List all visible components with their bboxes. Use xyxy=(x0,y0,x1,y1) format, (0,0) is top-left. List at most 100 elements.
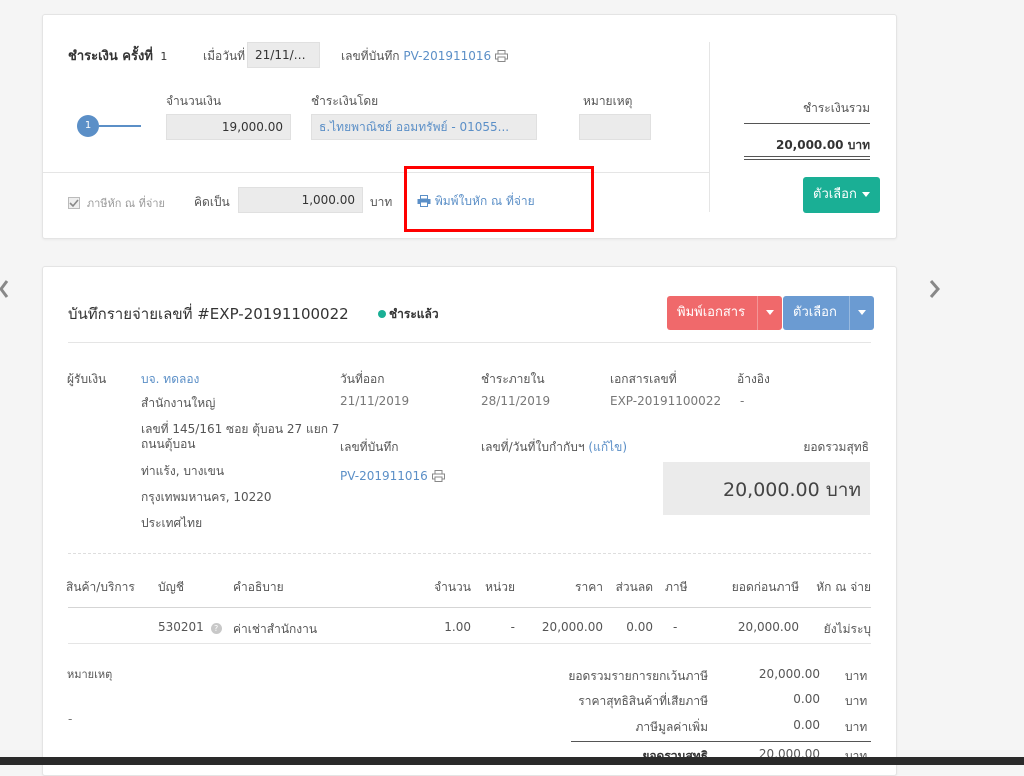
paid-status-text: ชำระแล้ว xyxy=(389,307,439,321)
row-pretax: 20,000.00 xyxy=(737,620,799,634)
print-icon[interactable] xyxy=(431,470,445,482)
details-dashed-separator xyxy=(68,553,871,554)
total-label: ชำระเงินรวม xyxy=(802,101,870,115)
wht-unit: บาท xyxy=(370,195,393,209)
col-header-price: ราคา xyxy=(575,580,603,594)
summary-value-taxable: 0.00 xyxy=(793,692,820,706)
payment-record-label-text: เลขที่บันทึก xyxy=(341,49,400,63)
payment-options-button[interactable]: ตัวเลือก xyxy=(803,177,880,213)
chevron-down-icon xyxy=(857,310,866,315)
amount-field[interactable]: 19,000.00 xyxy=(166,114,291,140)
due-date-label: ชำระภายใน xyxy=(481,372,545,386)
payment-record-label: เลขที่บันทึก PV-201911016 xyxy=(341,47,509,66)
summary-value-exempt: 20,000.00 xyxy=(758,667,820,681)
chevron-down-icon xyxy=(766,310,775,315)
payee-address-4: กรุงเทพมหานคร, 10220 xyxy=(141,490,272,504)
row-account: 530201 ? xyxy=(158,620,222,634)
col-header-tax: ภาษี xyxy=(665,580,688,594)
row-wht: ยังไม่ระบุ xyxy=(823,622,871,636)
printer-icon xyxy=(417,195,431,207)
note-field[interactable] xyxy=(579,114,651,140)
print-document-label: พิมพ์เอกสาร xyxy=(677,305,746,320)
summary-unit-taxable: บาท xyxy=(845,694,868,708)
payment-date-field[interactable]: 21/11/2019 xyxy=(247,42,320,68)
payee-branch: สำนักงานใหญ่ xyxy=(141,396,216,410)
summary-unit-exempt: บาท xyxy=(845,669,868,683)
payment-record-link[interactable]: PV-201911016 xyxy=(403,49,491,63)
remark-value: - xyxy=(68,712,73,726)
expense-card: บันทึกรายจ่ายเลขที่ #EXP-20191100022 ชำร… xyxy=(42,266,897,776)
help-icon[interactable]: ? xyxy=(210,623,222,634)
col-header-pretax: ยอดก่อนภาษี xyxy=(731,580,799,594)
tax-invoice-label: เลขที่/วันที่ใบกำกับฯ (แก้ไข) xyxy=(481,438,627,457)
col-header-wht: หัก ณ จ่าย xyxy=(816,580,871,594)
payee-label: ผู้รับเงิน xyxy=(67,372,107,386)
vertical-divider xyxy=(709,42,710,212)
col-header-product: สินค้า/บริการ xyxy=(66,580,135,594)
row-price: 20,000.00 xyxy=(541,620,603,634)
print-dropdown-toggle[interactable] xyxy=(757,296,782,330)
issue-date-label: วันที่ออก xyxy=(340,372,385,386)
summary-label-exempt: ยอดรวมรายการยกเว้นภาษี xyxy=(568,669,708,683)
payment-date-label: เมื่อวันที่ xyxy=(203,49,246,63)
print-wht-label: พิมพ์ใบหัก ณ ที่จ่าย xyxy=(434,194,535,208)
step-line xyxy=(99,125,141,127)
issue-date-value: 21/11/2019 xyxy=(340,394,410,408)
total-value: 20,000.00 บาท xyxy=(743,136,870,155)
summary-label-taxable: ราคาสุทธิสินค้าที่เสียภาษี xyxy=(578,694,708,708)
payment-bottom-separator xyxy=(43,172,709,173)
payment-title: ชำระเงิน ครั้งที่ 1 xyxy=(68,45,167,66)
payment-number: 1 xyxy=(160,50,168,63)
bottom-overlay xyxy=(0,757,1024,765)
chevron-down-icon xyxy=(861,192,870,197)
record-number-text: PV-201911016 xyxy=(340,469,428,483)
reference-label: อ้างอิง xyxy=(737,372,770,386)
checkbox-checked-icon[interactable] xyxy=(68,197,80,209)
payee-address-2: ถนนตุ้บอน xyxy=(141,437,196,451)
net-total-label: ยอดรวมสุทธิ xyxy=(803,440,869,454)
wht-checkbox-label: ภาษีหัก ณ ที่จ่าย xyxy=(86,197,165,210)
total-unit: บาท xyxy=(847,138,870,152)
net-total-value: 20,000.00 บาท xyxy=(723,479,861,501)
reference-value: - xyxy=(740,394,745,408)
method-field[interactable]: ธ.ไทยพาณิชย์ ออมทรัพย์ - 01055... xyxy=(311,114,537,140)
paid-status: ชำระแล้ว xyxy=(378,305,439,324)
wht-checkbox[interactable]: ภาษีหัก ณ ที่จ่าย xyxy=(68,194,165,212)
expense-header-separator xyxy=(68,342,871,343)
row-discount: 0.00 xyxy=(626,620,653,634)
record-number-link[interactable]: PV-201911016 xyxy=(340,469,445,483)
due-date-value: 28/11/2019 xyxy=(481,394,551,408)
row-tax: - xyxy=(673,620,678,634)
row-unit: - xyxy=(510,620,515,634)
doc-number-value: EXP-20191100022 xyxy=(610,394,722,408)
prev-record-arrow[interactable] xyxy=(0,278,12,300)
method-label: ชำระเงินโดย xyxy=(311,94,379,108)
col-header-account: บัญชี xyxy=(158,580,184,594)
doc-number-label: เอกสารเลขที่ xyxy=(610,372,677,386)
total-amount: 20,000.00 xyxy=(775,138,844,152)
print-icon[interactable] xyxy=(495,50,509,62)
col-header-unit: หน่วย xyxy=(485,580,515,594)
table-row-separator xyxy=(68,643,871,644)
print-wht-link[interactable]: พิมพ์ใบหัก ณ ที่จ่าย xyxy=(417,192,535,211)
next-record-icon[interactable] xyxy=(928,278,942,300)
col-header-description: คำอธิบาย xyxy=(233,580,284,594)
expense-options-button[interactable]: ตัวเลือก xyxy=(783,296,874,330)
summary-label-vat: ภาษีมูลค่าเพิ่ม xyxy=(635,720,708,734)
col-header-discount: ส่วนลด xyxy=(615,580,653,594)
payee-name-link[interactable]: บจ. ทดลอง xyxy=(141,370,199,389)
options-dropdown-toggle[interactable] xyxy=(848,296,874,330)
table-header-separator xyxy=(68,607,871,608)
payee-address-3: ท่าแร้ง, บางเขน xyxy=(141,464,225,478)
summary-unit-vat: บาท xyxy=(845,720,868,734)
print-document-button[interactable]: พิมพ์เอกสาร xyxy=(667,296,783,330)
payee-country: ประเทศไทย xyxy=(141,516,203,530)
record-number-label: เลขที่บันทึก xyxy=(340,440,399,454)
remark-label: หมายเหตุ xyxy=(67,668,113,681)
wht-calc-label: คิดเป็น xyxy=(194,195,230,209)
row-description: ค่าเช่าสำนักงาน xyxy=(233,622,318,636)
col-header-qty: จำนวน xyxy=(434,580,471,594)
expense-title: บันทึกรายจ่ายเลขที่ #EXP-20191100022 xyxy=(68,305,349,323)
tax-invoice-edit-link[interactable]: (แก้ไข) xyxy=(588,440,627,454)
wht-amount-field[interactable]: 1,000.00 xyxy=(238,187,363,213)
